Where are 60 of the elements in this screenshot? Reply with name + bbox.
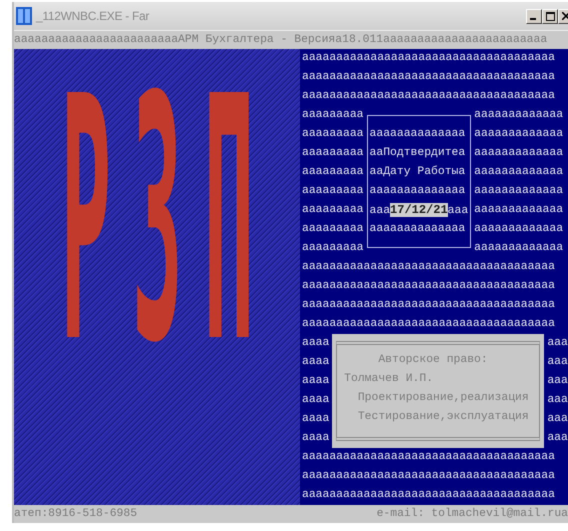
filler-text: aaaaaaaaa: [302, 165, 364, 180]
filler-text: aaaaaaaaa: [302, 241, 364, 256]
filler-text: aaaaaaaaa: [302, 108, 364, 123]
filler-text: aaaaaaaaaaaaa: [474, 222, 564, 237]
minimize-button[interactable]: [526, 8, 542, 24]
filler-text: aaaaaaaaaaaaa: [474, 146, 564, 161]
app-icon: [16, 7, 32, 25]
phone-text: атеп:8916-518-6985: [14, 507, 138, 522]
program-header: aaaaaaaaaaaaaaaaaaaaaaaaАРМ Бухгалтера - Версияa18.011aaaaaaaaaaaaaaaaaaaaaaaa: [14, 33, 548, 48]
filler-text: aaa: [547, 355, 568, 370]
copyright-text: Толмачев И.П.: [343, 372, 434, 387]
filler-text: aaaa: [302, 355, 330, 370]
dialog-text: aaПодтвердитеa: [370, 146, 466, 161]
filler-text: aaa: [448, 205, 468, 217]
filler-text: aaaa: [302, 431, 330, 446]
copyright-text: Проектирование,реализация: [356, 391, 530, 406]
filler-text: aaaaaaaaaaaaaaaaaaaaaaaaaaaaaaaaaaaaa: [302, 70, 556, 85]
filler-text: aaaaaaaaaaaaa: [474, 184, 564, 199]
logo-text: РЗП: [60, 57, 275, 393]
filler-text: aaaaaaaaa: [302, 127, 364, 142]
copyright-text: Авторское право:: [377, 353, 489, 368]
filler-text: aaa: [547, 393, 568, 408]
maximize-icon: [546, 12, 554, 20]
filler-text: aaaaaaaaaaaaa: [474, 108, 564, 123]
copyright-text: Тестирование,эксплуатация: [356, 410, 530, 425]
filler-text: aaaaaaaaaaaaaaaaaaaaaaaaaaaaaaaaaaaaa: [302, 469, 556, 484]
filler-text: aaaaaaaaaaaaa: [474, 203, 564, 218]
filler-text: aaaaaaaaaaaaa: [474, 127, 564, 142]
filler-text: aaaaaaaaaaaaaaaaaaaaaaaaaaaaaaaaaaaaa: [302, 450, 556, 465]
filler-text: aaaaaaaaaaaaaaaaaaaaaaaaaaaaaaaaaaaaa: [302, 298, 556, 313]
filler-text: aaa: [547, 431, 568, 446]
email-text: e-mail: tolmachevil@mail.rua: [376, 506, 568, 522]
filler-text: aaaaaaaaaaaaaaaaaaaaaaaaaaaaaaaaaaaaa: [302, 317, 556, 332]
filler-text: aaaaaaaaaaaaaaaaaaaaaaaaaaaaaaaaaaaaa: [302, 89, 556, 104]
close-icon: [562, 12, 568, 20]
filler-text: aaaa: [302, 393, 330, 408]
dialog-text: aaДату Работыa: [370, 164, 466, 180]
filler-text: aaa: [370, 205, 390, 217]
filler-text: aaaaaaaaaaaaaaaaaaaaaaaaaaaaaaaaaaaaa: [302, 488, 556, 503]
filler-text: aaa: [547, 374, 568, 389]
dialog-text: aaaaaaaaaaaaaa: [370, 222, 466, 237]
filler-text: aaa: [547, 412, 568, 427]
filler-text: aaaaaaaaaaaaaaaaaaaaaaaaaaaaaaaaaaaaa: [302, 51, 556, 66]
dialog-text: aaaaaaaaaaaaaa: [370, 184, 466, 199]
date-field[interactable]: 17/12/21: [390, 203, 448, 217]
filler-text: aaaaaaaaa: [302, 222, 364, 237]
maximize-button[interactable]: [542, 8, 558, 24]
filler-text: aaaaaaaaa: [302, 203, 364, 218]
dialog-text: aaaaaaaaaaaaaa: [370, 127, 466, 142]
filler-text: aaaaaaaaaaaaaaaaaaaaaaaaaaaaaaaaaaaaa: [302, 279, 556, 294]
filler-text: aaaaaaaaa: [302, 184, 364, 199]
filler-text: aaaaaaaaaaaaa: [474, 165, 564, 180]
filler-text: aaaa: [302, 336, 330, 351]
filler-text: aaaaaaaaaaaaa: [474, 241, 564, 256]
filler-text: aaa: [547, 336, 568, 351]
window-title: _112WNBC.EXE - Far: [36, 9, 150, 23]
filler-text: aaaaaaaaa: [302, 146, 364, 161]
filler-text: aaaa: [302, 374, 330, 389]
filler-text: aaaaaaaaaaaaaaaaaaaaaaaaaaaaaaaaaaaaa: [302, 260, 556, 275]
filler-text: aaaa: [302, 412, 330, 427]
